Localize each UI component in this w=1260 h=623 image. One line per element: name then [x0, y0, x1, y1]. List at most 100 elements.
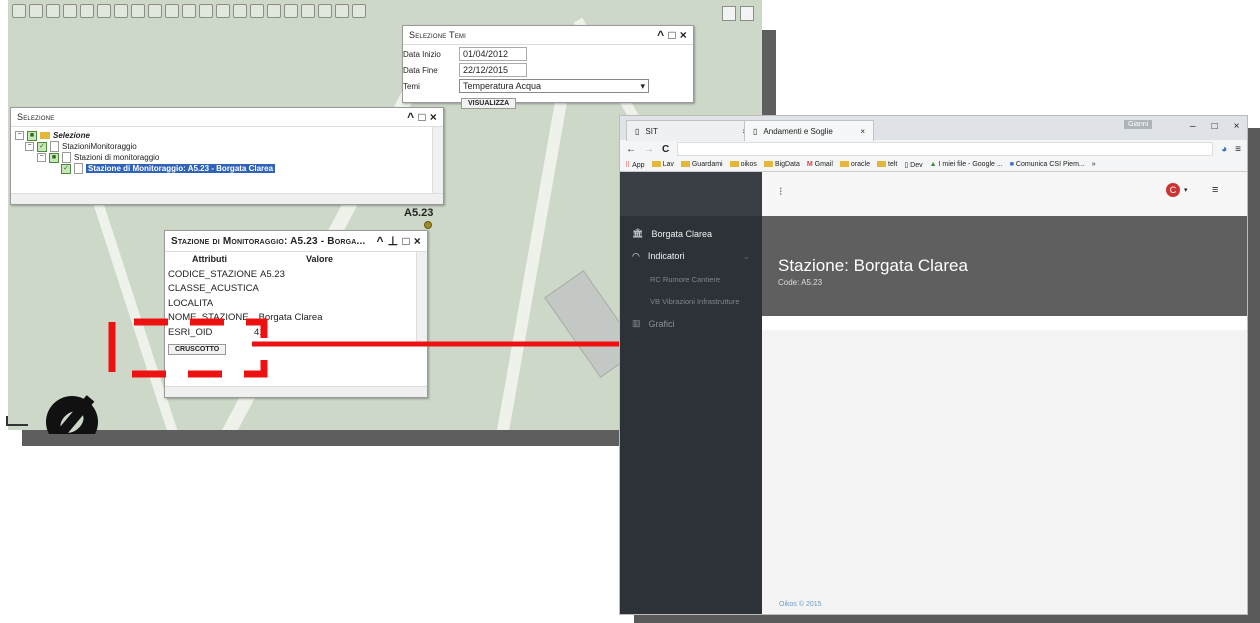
page-icon: ▯ — [635, 126, 640, 136]
print-icon[interactable] — [80, 4, 94, 18]
layers-icon[interactable] — [165, 4, 179, 18]
hero-banner: Stazione: Borgata Clarea Code: A5.23 — [762, 216, 1247, 316]
logo-icon — [46, 395, 98, 434]
refresh-icon[interactable] — [148, 4, 162, 18]
sidebar-item-indicators[interactable]: ◠ Indicatori ⌄ — [620, 245, 762, 268]
zoom-box-icon[interactable] — [131, 4, 145, 18]
bookmark-label: Gmail — [814, 161, 833, 168]
horizontal-scrollbar[interactable] — [11, 193, 443, 204]
maximize-icon[interactable]: □ — [1212, 121, 1218, 132]
bookmark-item[interactable]: oikos — [729, 161, 757, 168]
settings-icon[interactable] — [335, 4, 349, 18]
table-icon[interactable] — [267, 4, 281, 18]
tab-close-icon[interactable]: × — [860, 127, 865, 136]
url-field[interactable] — [677, 142, 1214, 156]
user-chip[interactable]: Gianni — [1124, 120, 1153, 129]
folder-icon — [839, 161, 849, 168]
maximize-icon[interactable]: □ — [668, 28, 675, 42]
collapse-node-icon[interactable]: − — [15, 131, 24, 140]
document-icon — [50, 141, 59, 152]
close-tool-icon[interactable] — [352, 4, 366, 18]
collapse-node-icon[interactable]: − — [37, 153, 46, 162]
collapse-icon[interactable]: ^ — [407, 110, 414, 124]
horizontal-scrollbar[interactable] — [165, 386, 427, 397]
bookmark-item[interactable]: ▯ Dev — [904, 161, 922, 169]
bulb-icon[interactable] — [199, 4, 213, 18]
checkbox-icon[interactable]: ■ — [27, 130, 37, 141]
minimize-icon[interactable]: – — [1190, 121, 1196, 132]
minimize-icon[interactable]: ⊥ — [388, 234, 399, 248]
sidebar-item-charts[interactable]: ▥ Grafici — [620, 312, 762, 335]
list-icon[interactable] — [740, 6, 754, 21]
select-tool-icon[interactable] — [12, 4, 26, 18]
panel-icon[interactable] — [722, 6, 736, 21]
date-start-label: Data Inizio — [403, 49, 441, 59]
browser-window: ▯ SIT × ▯ Andamenti e Soglie × Gianni – … — [619, 115, 1248, 615]
bookmark-item[interactable]: telt — [877, 161, 897, 168]
bookmark-item[interactable]: M Gmail — [807, 161, 833, 168]
caret-down-icon[interactable]: ▾ — [1184, 186, 1188, 194]
back-icon[interactable]: ← — [626, 144, 636, 155]
close-icon[interactable]: × — [414, 234, 421, 248]
tree-node-station[interactable]: ✓ Stazione di Monitoraggio: A5.23 - Borg… — [15, 163, 439, 174]
tree-node-layer[interactable]: − ✓ StazioniMonitoraggio — [15, 141, 439, 152]
theme-label: Temi — [403, 81, 420, 91]
sidebar-subitem-rc[interactable]: RC Rumore Cantiere — [620, 268, 762, 290]
maximize-icon[interactable]: □ — [402, 234, 409, 248]
user-avatar-icon[interactable]: C — [1166, 183, 1180, 197]
close-icon[interactable]: × — [430, 110, 437, 124]
close-icon[interactable]: × — [680, 28, 687, 42]
collapse-icon[interactable]: ^ — [376, 234, 383, 248]
collapse-node-icon[interactable]: − — [25, 142, 34, 151]
bookmark-item[interactable]: Lav — [651, 161, 674, 168]
save-icon[interactable] — [97, 4, 111, 18]
maximize-icon[interactable]: □ — [418, 110, 425, 124]
checkbox-icon[interactable]: ✓ — [61, 163, 71, 174]
menu-icon[interactable]: ≡ — [1212, 184, 1218, 196]
info-icon[interactable] — [182, 4, 196, 18]
filter-icon[interactable] — [250, 4, 264, 18]
checkbox-icon[interactable]: ■ — [49, 152, 59, 163]
menu-icon[interactable]: ≡ — [1235, 144, 1241, 155]
show-button[interactable]: VISUALIZZA — [461, 98, 517, 109]
date-end-input[interactable]: 22/12/2015 — [459, 63, 527, 77]
pan-tool-icon[interactable] — [29, 4, 43, 18]
sidebar-item-station[interactable]: 🏛 Borgata Clarea — [620, 222, 762, 245]
grid-icon[interactable] — [233, 4, 247, 18]
chart-icon: ▥ — [632, 318, 641, 328]
sidebar-subitem-vb[interactable]: VB Vibrazioni Infrastrutture — [620, 290, 762, 312]
export-icon[interactable] — [318, 4, 332, 18]
close-icon[interactable]: × — [1234, 121, 1240, 132]
window-icon[interactable] — [216, 4, 230, 18]
tab-andamenti[interactable]: ▯ Andamenti e Soglie × — [744, 120, 874, 141]
bookmark-item[interactable]: ▲ I miei file - Google ... — [930, 161, 1003, 168]
station-marker-icon[interactable] — [424, 221, 432, 229]
bookmark-item[interactable]: ■ Comunica CSI Piem... — [1010, 161, 1085, 168]
bookmark-item[interactable]: oracle — [839, 161, 870, 168]
bookmark-item[interactable]: Guardami — [680, 161, 723, 168]
date-start-input[interactable]: 01/04/2012 — [459, 47, 527, 61]
forward-icon[interactable]: → — [644, 144, 654, 155]
sidebar: 🏛 Borgata Clarea ◠ Indicatori ⌄ RC Rumor… — [620, 172, 762, 614]
tree-node-group[interactable]: − ■ Stazioni di monitoraggio — [15, 152, 439, 163]
theme-select[interactable]: Temperatura Acqua ▾ — [459, 79, 649, 93]
more-icon[interactable]: ⁝ — [779, 185, 783, 198]
vertical-scrollbar[interactable] — [432, 127, 443, 194]
chart-icon[interactable] — [284, 4, 298, 18]
extension-icon[interactable]: ◕ — [1221, 144, 1227, 155]
bookmarks-overflow[interactable]: » — [1092, 161, 1096, 168]
bookmark-item[interactable]: BigData — [763, 161, 800, 168]
reload-icon[interactable]: C — [662, 144, 669, 155]
pencil-icon[interactable] — [301, 4, 315, 18]
zoom-in-icon[interactable] — [46, 4, 60, 18]
folder-icon — [877, 161, 886, 168]
checkbox-icon[interactable]: ✓ — [37, 141, 47, 152]
measure-icon[interactable] — [114, 4, 128, 18]
tab-sit[interactable]: ▯ SIT × — [626, 120, 756, 141]
collapse-icon[interactable]: ^ — [657, 28, 664, 42]
bookmark-item[interactable]: ⠿ App — [625, 161, 645, 169]
zoom-out-icon[interactable] — [63, 4, 77, 18]
station-panel-header: Stazione di Monitoraggio: A5.23 - Borga.… — [165, 231, 427, 252]
table-header: Attributi Valore — [168, 254, 424, 269]
tree-node-root[interactable]: − ■ Selezione — [15, 130, 439, 141]
